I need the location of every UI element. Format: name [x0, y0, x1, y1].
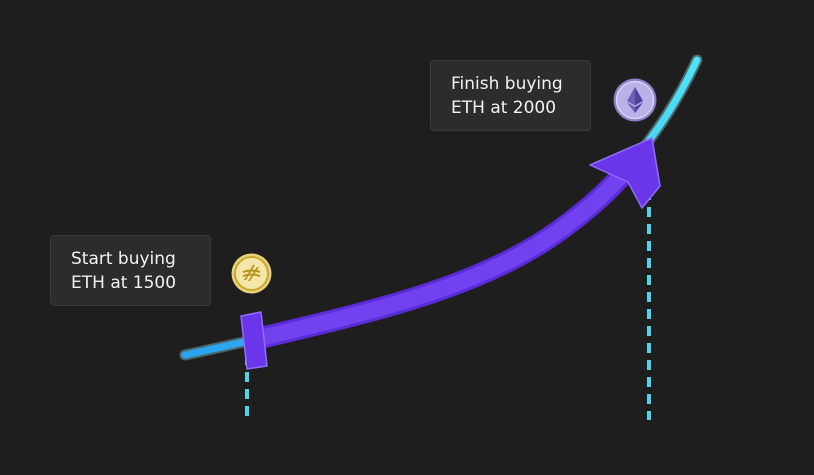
ethereum-coin-graphic	[613, 78, 657, 122]
start-callout-line-2: ETH at 1500	[71, 273, 177, 293]
buying-range-arrow	[249, 161, 637, 351]
finish-callout-line-1: Finish buying	[451, 74, 563, 94]
finish-buying-callout: Finish buying ETH at 2000	[430, 60, 591, 131]
gold-coin-graphic	[231, 253, 272, 294]
price-curve-diagram: Start buying ETH at 1500 Finish buying E…	[0, 0, 814, 475]
gold-coin-icon	[231, 253, 272, 294]
start-callout-line-1: Start buying	[71, 249, 176, 269]
start-tail-bar	[240, 311, 268, 370]
ethereum-icon	[613, 78, 657, 122]
buying-range-arrow-highlight	[250, 162, 635, 348]
finish-callout-line-2: ETH at 2000	[451, 98, 557, 118]
start-buying-callout: Start buying ETH at 1500	[50, 235, 211, 306]
